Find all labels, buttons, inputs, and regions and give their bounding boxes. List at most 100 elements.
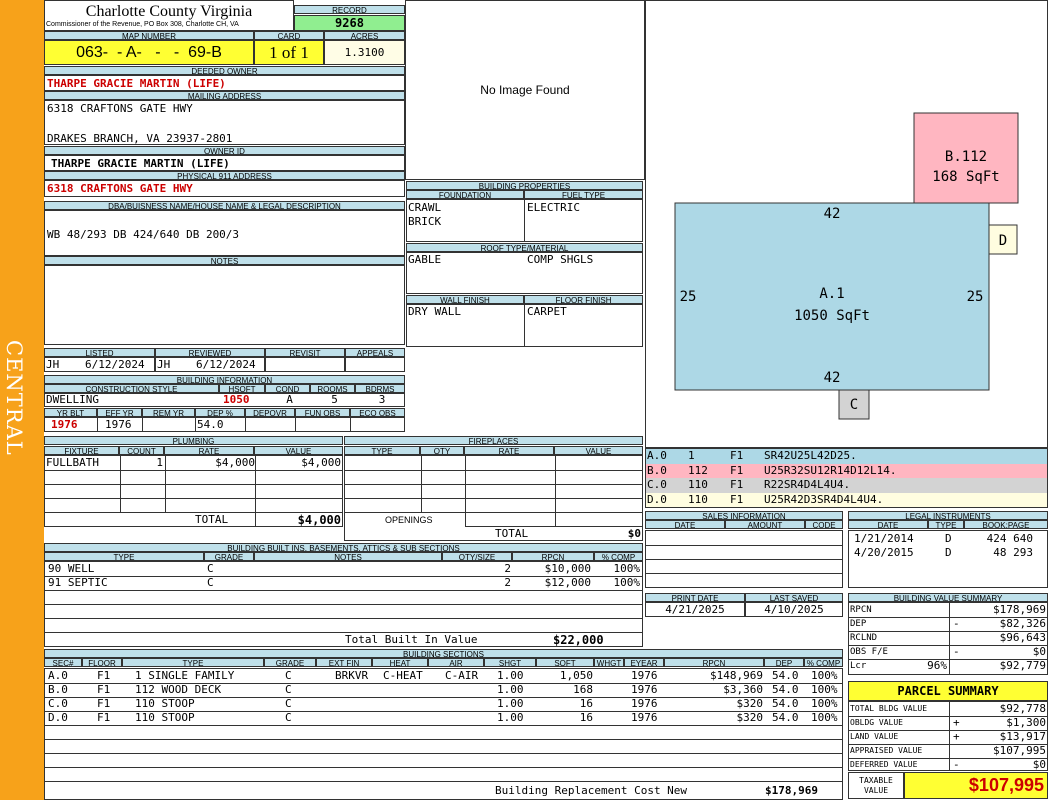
rpcn: $320: [736, 697, 764, 710]
sqft: 16: [579, 711, 593, 724]
replacement-value: $178,969: [765, 784, 818, 797]
dep-header: DEP: [764, 658, 804, 667]
building-sketch: A.1 1050 SqFt B.112 168 SqFt C D 42 42 2…: [645, 0, 1048, 448]
sketch-d-label: D: [999, 233, 1007, 249]
type: 110 STOOP: [135, 697, 195, 710]
floor-finish: CARPET: [527, 305, 567, 318]
parcel-summary-title: PARCEL SUMMARY: [848, 681, 1048, 701]
grade: C: [285, 669, 292, 682]
last-saved-label: LAST SAVED: [745, 593, 843, 602]
record-number: 9268: [294, 15, 405, 31]
no-image-text: No Image Found: [480, 83, 570, 97]
ext-fin: BRKVR: [335, 669, 369, 682]
shgt-header: SHGT: [484, 658, 536, 667]
comp: 100%: [811, 683, 838, 696]
deeded-owner-label: DEEDED OWNER: [44, 66, 405, 75]
rpcn: $3,360: [723, 683, 763, 696]
reviewed-by: JH: [157, 358, 171, 371]
value-amount: $96,643: [999, 631, 1046, 644]
parcel-label: OBLDG VALUE: [850, 718, 903, 727]
foundation-box: CRAWL BRICK ELECTRIC: [406, 199, 643, 242]
physical-address: 6318 CRAFTONS GATE HWY: [47, 182, 193, 195]
seg-floor: F1: [730, 449, 744, 462]
building-info-label: BUILDING INFORMATION: [44, 375, 405, 384]
legal-description-label: DBA/BUISNESS NAME/HOUSE NAME & LEGAL DES…: [44, 201, 405, 210]
value-label: Lcr: [850, 661, 867, 671]
bi-total: $22,000: [553, 633, 604, 647]
value-label: RPCN: [850, 605, 872, 615]
dep-value: 54.0: [197, 418, 224, 431]
fp-total: $0: [627, 527, 641, 540]
yrblt-label: YR BLT: [44, 408, 97, 417]
value-amount: $92,779: [999, 659, 1046, 672]
floor: F1: [97, 697, 111, 710]
cond-value: A: [286, 393, 293, 406]
seg-code: 1: [688, 449, 695, 462]
card-number: 1 of 1: [254, 40, 324, 65]
value-label: RCLND: [850, 633, 878, 643]
value-amount: $82,326: [999, 617, 1046, 630]
property-photo: No Image Found: [405, 0, 645, 180]
funobs-label: FUN OBS: [295, 408, 350, 417]
remyr-label: REM YR: [142, 408, 195, 417]
map-number: 063- - A- - - 69-B: [44, 40, 254, 65]
bi-notes-header: NOTES: [254, 552, 442, 561]
owner-id: THARPE GRACIE MARTIN (LIFE): [51, 157, 230, 170]
foundation-2: BRICK: [408, 215, 442, 228]
legal-book-header: BOOK:PAGE: [964, 520, 1048, 529]
legal-type: D: [945, 532, 952, 545]
seg-sec: A.0: [647, 449, 667, 462]
rpcn: $148,969: [710, 669, 763, 682]
grade: C: [285, 697, 292, 710]
depovr-label: DEPOVR: [245, 408, 295, 417]
reviewed-label: REVIEWED: [155, 348, 265, 357]
taxable-label-box: TAXABLE VALUE: [848, 772, 904, 799]
sales-table: [645, 530, 843, 588]
legal-date: 4/20/2015: [854, 546, 914, 559]
bi-rpcn: $12,000: [544, 576, 591, 589]
notes-label: NOTES: [44, 256, 405, 265]
shgt: 1.00: [497, 711, 524, 724]
revisit-label: REVISIT: [265, 348, 345, 357]
sec-header: SEC#: [44, 658, 82, 667]
plumbing-table: FULLBATH 1 $4,000 $4,000 TOTAL $4,000: [44, 455, 343, 527]
legal-book: 424 640: [986, 532, 1033, 545]
comp: 100%: [811, 669, 838, 682]
legal-date: 1/21/2014: [854, 532, 914, 545]
rate-header: RATE: [164, 446, 254, 455]
year-row: 1976 1976 54.0: [44, 417, 405, 432]
floor: F1: [97, 711, 111, 724]
bi-qty-header: QTY/SIZE: [442, 552, 512, 561]
bi-grade: C: [207, 576, 214, 589]
fixture-header: FIXTURE: [44, 446, 119, 455]
commissioner-address: Commissioner of the Revenue, PO Box 308,…: [46, 21, 239, 28]
sec: C.0: [48, 697, 68, 710]
building-sections-label: BUILDING SECTIONS: [44, 649, 843, 658]
bi-comp: 100%: [613, 562, 641, 575]
extfin-header: EXT FIN: [316, 658, 372, 667]
acres-label: ACRES: [324, 31, 405, 40]
air: C-AIR: [445, 669, 479, 682]
sections-header-row: SEC# FLOOR TYPE GRADE EXT FIN HEAT AIR S…: [44, 658, 843, 667]
seg-code: 110: [688, 493, 708, 506]
notes-box: [44, 265, 405, 345]
seg-sec: B.0: [647, 464, 667, 477]
bi-grade-header: GRADE: [204, 552, 254, 561]
parcel-summary-table: TOTAL BLDG VALUE $92,778 OBLDG VALUE + $…: [848, 701, 1048, 771]
rpcn: $320: [736, 711, 764, 724]
grade-header: GRADE: [264, 658, 316, 667]
acres-value: 1.3100: [324, 40, 405, 65]
eyear: 1976: [631, 669, 658, 682]
sec: D.0: [48, 711, 68, 724]
seg-path: U25R42D3SR4D4L4U4.: [764, 493, 884, 506]
dep-label: DEP %: [195, 408, 245, 417]
construction-style: DWELLING: [46, 393, 99, 406]
seg-floor: F1: [730, 478, 744, 491]
floor: F1: [97, 669, 111, 682]
value-header: VALUE: [254, 446, 343, 455]
reviewed-box: JH 6/12/2024: [155, 357, 265, 372]
fuel-type: ELECTRIC: [527, 201, 580, 214]
district-sidebar: CENTRAL: [0, 0, 44, 800]
seg-path: SR42U25L42D25.: [764, 449, 857, 462]
county-name: Charlotte County Virginia: [85, 3, 253, 20]
